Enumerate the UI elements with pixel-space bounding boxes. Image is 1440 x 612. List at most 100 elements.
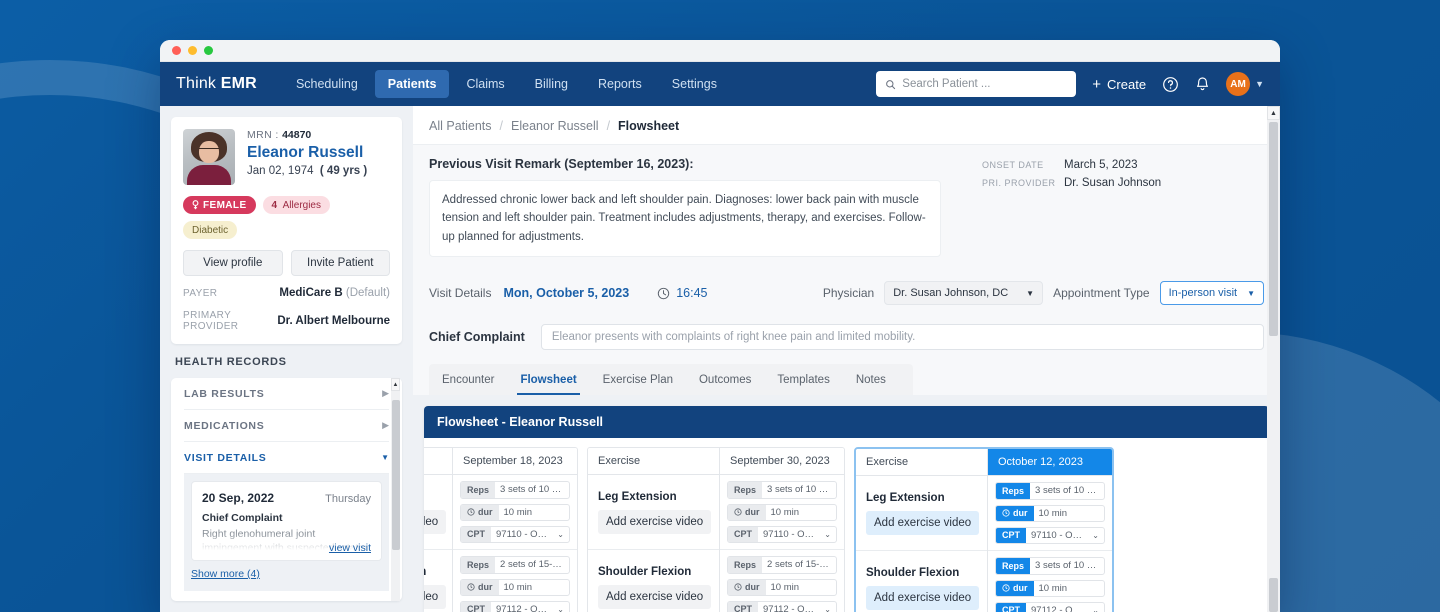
- date-column: September 18, 2023 Reps 3 sets of 10 -Pa…: [453, 448, 577, 612]
- minimize-window-icon[interactable]: [188, 46, 197, 55]
- nav-item-patients[interactable]: Patients: [374, 70, 450, 98]
- cpt-chip-label: CPT: [728, 526, 758, 543]
- reps-chip[interactable]: Reps 2 sets of 15-Patient...: [727, 556, 837, 574]
- nav-item-claims[interactable]: Claims: [453, 70, 517, 98]
- invite-patient-button[interactable]: Invite Patient: [290, 250, 390, 276]
- chevron-down-icon: ⌄: [557, 529, 564, 539]
- tab-templates[interactable]: Templates: [764, 364, 842, 395]
- visit-card[interactable]: 20 Sep, 2022 Thursday Chief Complaint Ri…: [191, 481, 382, 561]
- nav-item-billing[interactable]: Billing: [522, 70, 581, 98]
- view-visit-link[interactable]: view visit: [329, 542, 371, 554]
- add-exercise-video-button[interactable]: Add exercise video: [424, 584, 447, 609]
- nav-item-settings[interactable]: Settings: [659, 70, 730, 98]
- visit-weekday: Thursday: [325, 493, 371, 505]
- exercise-name: Shoulder Flexion: [866, 566, 960, 579]
- tab-encounter[interactable]: Encounter: [429, 364, 507, 395]
- main-scrollbar-thumb-lower[interactable]: [1269, 578, 1278, 612]
- show-more-visits-link[interactable]: Show more (4): [191, 568, 260, 580]
- appointment-type-value: In-person visit: [1168, 287, 1238, 300]
- health-records-card: LAB RESULTS ▶ MEDICATIONS ▶ VISIT DETAIL…: [171, 378, 402, 601]
- record-section-visit-details[interactable]: VISIT DETAILS ▼: [184, 442, 389, 474]
- payer-value: MediCare B (Default): [279, 287, 390, 299]
- tab-exercise-plan[interactable]: Exercise Plan: [590, 364, 686, 395]
- maximize-window-icon[interactable]: [204, 46, 213, 55]
- top-navigation-bar: Think EMR Scheduling Patients Claims Bil…: [160, 62, 1280, 106]
- tab-flowsheet[interactable]: Flowsheet: [507, 364, 589, 396]
- user-menu[interactable]: AM ▼: [1226, 72, 1264, 96]
- sidebar-scrollbar[interactable]: ▲: [391, 378, 400, 601]
- clock-icon: [658, 287, 670, 299]
- reps-chip-value: 3 sets of 10 -Patient...: [1035, 560, 1104, 572]
- main-scrollbar-thumb[interactable]: [1269, 122, 1278, 336]
- reps-chip-value: 2 sets of 15-Patient...: [767, 559, 836, 571]
- exercise-cell: Shoulder Flexion Add exercise video: [588, 550, 719, 612]
- add-exercise-video-button[interactable]: Add exercise video: [598, 584, 712, 609]
- flowsheet-body: Exercise Leg Extension Add exercise vide…: [424, 438, 1269, 612]
- visit-time[interactable]: 16:45: [657, 286, 707, 300]
- duration-chip[interactable]: dur 10 min: [995, 504, 1105, 522]
- create-button[interactable]: + Create: [1092, 77, 1146, 92]
- cpt-chip[interactable]: CPT 97110 - OLB_Leg... ⌄: [460, 525, 570, 544]
- add-exercise-video-button[interactable]: Add exercise video: [598, 509, 712, 534]
- cpt-chip[interactable]: CPT 97110 - OLB_Leg... ⌄: [995, 526, 1105, 545]
- appointment-type-select[interactable]: In-person visit ▼: [1159, 281, 1264, 306]
- chief-complaint-input[interactable]: Eleanor presents with complaints of righ…: [540, 324, 1264, 351]
- duration-chip[interactable]: dur 10 min: [727, 578, 837, 596]
- duration-chip-value: 10 min: [1038, 582, 1068, 594]
- reps-chip[interactable]: Reps 2 sets of 15-Patient...: [460, 556, 570, 574]
- reps-chip-value: 2 sets of 15-Patient...: [500, 559, 569, 571]
- patient-name[interactable]: Eleanor Russell: [247, 144, 367, 162]
- measure-cell: Reps 3 sets of 10 -Patient...: [988, 476, 1112, 552]
- nav-item-scheduling[interactable]: Scheduling: [283, 70, 371, 98]
- duration-chip[interactable]: dur 10 min: [460, 578, 570, 596]
- scroll-up-icon[interactable]: ▲: [391, 378, 400, 391]
- tab-outcomes[interactable]: Outcomes: [686, 364, 764, 395]
- flowsheet-grid: Exercise Leg Extension Add exercise vide…: [424, 438, 1269, 612]
- reps-chip[interactable]: Reps 3 sets of 10 -Patient...: [460, 481, 570, 499]
- reps-chip[interactable]: Reps 3 sets of 10 -Patient...: [995, 482, 1105, 500]
- breadcrumb-patient[interactable]: Eleanor Russell: [511, 119, 599, 133]
- scroll-up-icon[interactable]: ▲: [1267, 106, 1280, 120]
- measure-cell: Reps 2 sets of 15-Patient...: [720, 550, 844, 612]
- clock-icon: [734, 508, 742, 516]
- date-column-header: September 18, 2023: [453, 448, 577, 476]
- exercise-name: Leg Extension: [866, 491, 945, 504]
- duration-chip[interactable]: dur 10 min: [460, 503, 570, 521]
- app-logo[interactable]: Think EMR: [176, 75, 257, 93]
- cpt-chip-label: CPT: [728, 601, 758, 612]
- breadcrumb-separator: /: [499, 119, 504, 133]
- duration-chip[interactable]: dur 10 min: [995, 579, 1105, 597]
- physician-select[interactable]: Dr. Susan Johnson, DC ▼: [884, 281, 1044, 306]
- duration-chip[interactable]: dur 10 min: [727, 503, 837, 521]
- reps-chip[interactable]: Reps 3 sets of 10 -Patient...: [727, 481, 837, 499]
- visit-details-panel: 20 Sep, 2022 Thursday Chief Complaint Ri…: [184, 474, 389, 591]
- main-scrollbar[interactable]: ▲: [1267, 106, 1280, 612]
- duration-chip-value: 10 min: [770, 581, 800, 593]
- record-section-lab-results[interactable]: LAB RESULTS ▶: [184, 378, 389, 410]
- sidebar-scrollbar-thumb[interactable]: [391, 400, 400, 550]
- nav-item-reports[interactable]: Reports: [585, 70, 655, 98]
- add-exercise-video-button[interactable]: Add exercise video: [866, 585, 980, 610]
- visit-date-value[interactable]: Mon, October 5, 2023: [503, 286, 629, 300]
- cpt-chip-value: 97112 - OLB_Leg...: [496, 603, 558, 612]
- view-profile-button[interactable]: View profile: [183, 250, 283, 276]
- chevron-right-icon: ▶: [382, 388, 389, 398]
- tab-notes[interactable]: Notes: [843, 364, 899, 395]
- cpt-chip[interactable]: CPT 97112 - OLB_Leg... ⌄: [727, 600, 837, 612]
- help-button[interactable]: [1162, 76, 1179, 93]
- duration-chip-text: dur: [478, 507, 493, 518]
- search-input[interactable]: Search Patient ...: [876, 71, 1077, 97]
- reps-chip[interactable]: Reps 3 sets of 10 -Patient...: [995, 557, 1105, 575]
- cpt-chip[interactable]: CPT 97112 - OLB_Leg... ⌄: [460, 600, 570, 612]
- record-section-medications[interactable]: MEDICATIONS ▶: [184, 410, 389, 442]
- close-window-icon[interactable]: [172, 46, 181, 55]
- record-section-documents[interactable]: DOCUMENTS ▶: [184, 591, 389, 602]
- breadcrumb-all-patients[interactable]: All Patients: [429, 119, 492, 133]
- flowsheet-grid-scroll[interactable]: Exercise Leg Extension Add exercise vide…: [424, 438, 1269, 612]
- add-exercise-video-button[interactable]: Add exercise video: [866, 510, 980, 535]
- cpt-chip[interactable]: CPT 97110 - OLB_Leg... ⌄: [727, 525, 837, 544]
- add-exercise-video-button[interactable]: Add exercise video: [424, 509, 447, 534]
- duration-chip-text: dur: [478, 582, 493, 593]
- cpt-chip[interactable]: CPT 97112 - OLB_Leg... ⌄: [995, 601, 1105, 612]
- notifications-button[interactable]: [1195, 76, 1210, 93]
